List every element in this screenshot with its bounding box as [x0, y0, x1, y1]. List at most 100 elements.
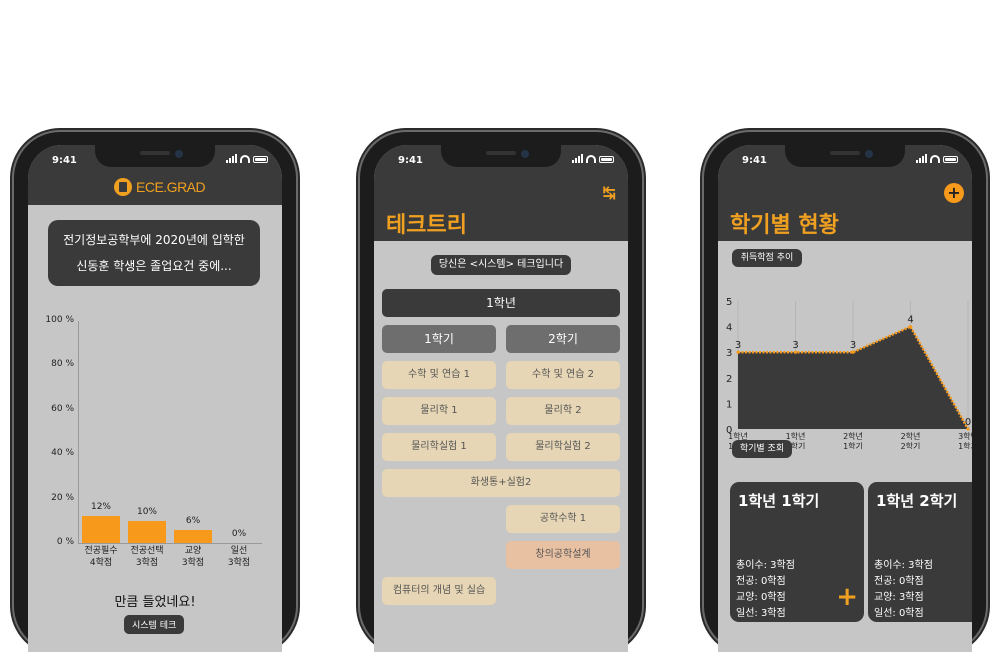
- swap-icon[interactable]: ↹: [603, 183, 616, 202]
- point-value-label: 0: [965, 417, 971, 428]
- battery-icon: [599, 156, 614, 163]
- bar-category-label: 전공필수 4학점: [84, 546, 118, 568]
- course-physics-1[interactable]: 물리학 1: [382, 397, 496, 425]
- semester-card[interactable]: 1학년 1학기 총이수: 3학점 전공: 0학점 교양: 0학점 일선: 3학점…: [730, 482, 864, 622]
- bar-value-label: 12%: [90, 502, 111, 513]
- phone-frame-3: 9:41 + 학기별 현황 취득학점 추이 54321031학년1학기31학년2…: [704, 132, 986, 652]
- course-math-1[interactable]: 수학 및 연습 1: [382, 361, 496, 389]
- course-physics-lab-1[interactable]: 물리학실험 1: [382, 433, 496, 461]
- tab-semester-1[interactable]: 1학기: [382, 325, 496, 353]
- semester-liberal: 교양: 3학점: [874, 592, 924, 603]
- bar-category-label: 교양 3학점: [181, 546, 205, 568]
- summary-text: 만큼 들었네요!: [114, 595, 196, 610]
- notch: [441, 145, 561, 167]
- bar-value-label: 0%: [231, 529, 247, 539]
- phone-frame-2: 9:41 ↹ 테크트리 당신은 <시스템> 테크입니다 1학년 1학기 2학기 …: [360, 132, 642, 652]
- camera: [865, 150, 873, 158]
- signal-icon: [226, 154, 237, 163]
- semester-liberal: 교양: 0학점: [736, 592, 786, 603]
- semester-general: 일선: 3학점: [736, 608, 786, 619]
- bar-category-label: 전공선택 3학점: [130, 546, 164, 568]
- data-point: [966, 427, 970, 431]
- semester-major: 전공: 0학점: [874, 576, 924, 587]
- semester-card-title: 1학년 2학기: [876, 492, 958, 510]
- x-tick-label: 2학년: [901, 431, 921, 441]
- x-tick-label: 3학년: [958, 431, 972, 441]
- app-logo: ECE.GRAD: [114, 178, 206, 196]
- x-axis: [78, 543, 262, 544]
- status-time: 9:41: [742, 155, 767, 166]
- course-chem-bio[interactable]: 화생통+실험2: [382, 469, 620, 497]
- y-tick-label: 80 %: [51, 359, 74, 370]
- wifi-icon: [586, 155, 596, 163]
- point-value-label: 3: [792, 340, 798, 351]
- point-value-label: 4: [907, 315, 913, 326]
- data-point: [908, 325, 913, 329]
- tab-semester-2[interactable]: 2학기: [506, 325, 620, 353]
- y-tick-label: 20 %: [51, 492, 74, 503]
- semester-card[interactable]: 1학년 2학기 총이수: 3학점 전공: 0학점 교양: 3학점 일선: 0학점: [868, 482, 972, 622]
- logo-text: ECE.GRAD: [136, 179, 206, 195]
- battery-icon: [253, 156, 268, 163]
- semester-total: 총이수: 3학점: [874, 560, 933, 571]
- y-tick-label: 60 %: [51, 403, 74, 414]
- signal-icon: [916, 154, 927, 163]
- point-value-label: 3: [735, 340, 741, 351]
- page-title: 테크트리: [386, 213, 467, 238]
- intro-line-2: 신동훈 학생은 졸업요건 중에...: [76, 259, 232, 273]
- add-semester-button[interactable]: +: [944, 183, 964, 203]
- intro-card: 전기정보공학부에 2020년에 입학한 신동훈 학생은 졸업요건 중에...: [48, 220, 260, 286]
- x-tick-label: 2학기: [901, 441, 921, 449]
- notch: [95, 145, 215, 167]
- phone-frame-1: 9:41 ECE.GRAD 전기정보공학부에 2020년에 입학한 신동훈 학생…: [14, 132, 296, 652]
- course-computer-concepts[interactable]: 컴퓨터의 개념 및 실습: [382, 577, 496, 605]
- notch: [785, 145, 905, 167]
- y-tick-label: 4: [726, 323, 732, 334]
- signal-icon: [572, 154, 583, 163]
- course-physics-2[interactable]: 물리학 2: [506, 397, 620, 425]
- page-title: 학기별 현황: [730, 213, 839, 238]
- y-tick-label: 100 %: [45, 315, 74, 325]
- course-math-2[interactable]: 수학 및 연습 2: [506, 361, 620, 389]
- bar: [82, 516, 120, 543]
- course-eng-math-1[interactable]: 공학수학 1: [506, 505, 620, 533]
- bar-value-label: 10%: [136, 506, 157, 517]
- status-time: 9:41: [52, 155, 77, 166]
- x-tick-label: 2학년: [843, 431, 863, 441]
- course-physics-lab-2[interactable]: 물리학실험 2: [506, 433, 620, 461]
- tech-tag[interactable]: 시스템 테크: [124, 615, 185, 634]
- y-tick-label: 3: [726, 348, 732, 359]
- bar-value-label: 6%: [185, 515, 201, 526]
- y-axis: [78, 321, 79, 543]
- year-header[interactable]: 1학년: [382, 289, 620, 317]
- credit-trend-chart: 54321031학년1학기31학년2학기32학년1학기42학년2학기03학년1학…: [726, 297, 972, 449]
- crest-icon: [114, 178, 132, 196]
- x-tick-label: 1학기: [843, 441, 863, 449]
- y-tick-label: 0 %: [56, 537, 74, 547]
- battery-icon: [943, 156, 958, 163]
- data-point: [793, 350, 798, 354]
- semester-total: 총이수: 3학점: [736, 560, 795, 571]
- screen-semester-status: 9:41 + 학기별 현황 취득학점 추이 54321031학년1학기31학년2…: [718, 145, 972, 652]
- course-creative-design[interactable]: 창의공학설계: [506, 541, 620, 569]
- y-tick-label: 40 %: [51, 448, 74, 459]
- semester-major: 전공: 0학점: [736, 576, 786, 587]
- intro-line-1: 전기정보공학부에 2020년에 입학한: [63, 233, 245, 247]
- semester-general: 일선: 0학점: [874, 608, 924, 619]
- credit-trend-label: 취득학점 추이: [732, 249, 802, 267]
- wifi-icon: [930, 155, 940, 163]
- point-value-label: 3: [850, 340, 856, 351]
- bar: [174, 529, 212, 543]
- add-course-icon[interactable]: +: [836, 582, 858, 612]
- screen-tech-tree: 9:41 ↹ 테크트리 당신은 <시스템> 테크입니다 1학년 1학기 2학기 …: [374, 145, 628, 652]
- x-tick-label: 1학년: [786, 431, 806, 441]
- x-tick-label: 1학기: [958, 441, 972, 449]
- semester-card-title: 1학년 1학기: [738, 492, 820, 510]
- data-point: [736, 350, 740, 354]
- camera: [175, 150, 183, 158]
- bar: [128, 520, 166, 543]
- y-tick-label: 2: [726, 374, 732, 385]
- camera: [521, 150, 529, 158]
- tech-badge: 당신은 <시스템> 테크입니다: [431, 255, 571, 275]
- y-tick-label: 5: [726, 297, 732, 308]
